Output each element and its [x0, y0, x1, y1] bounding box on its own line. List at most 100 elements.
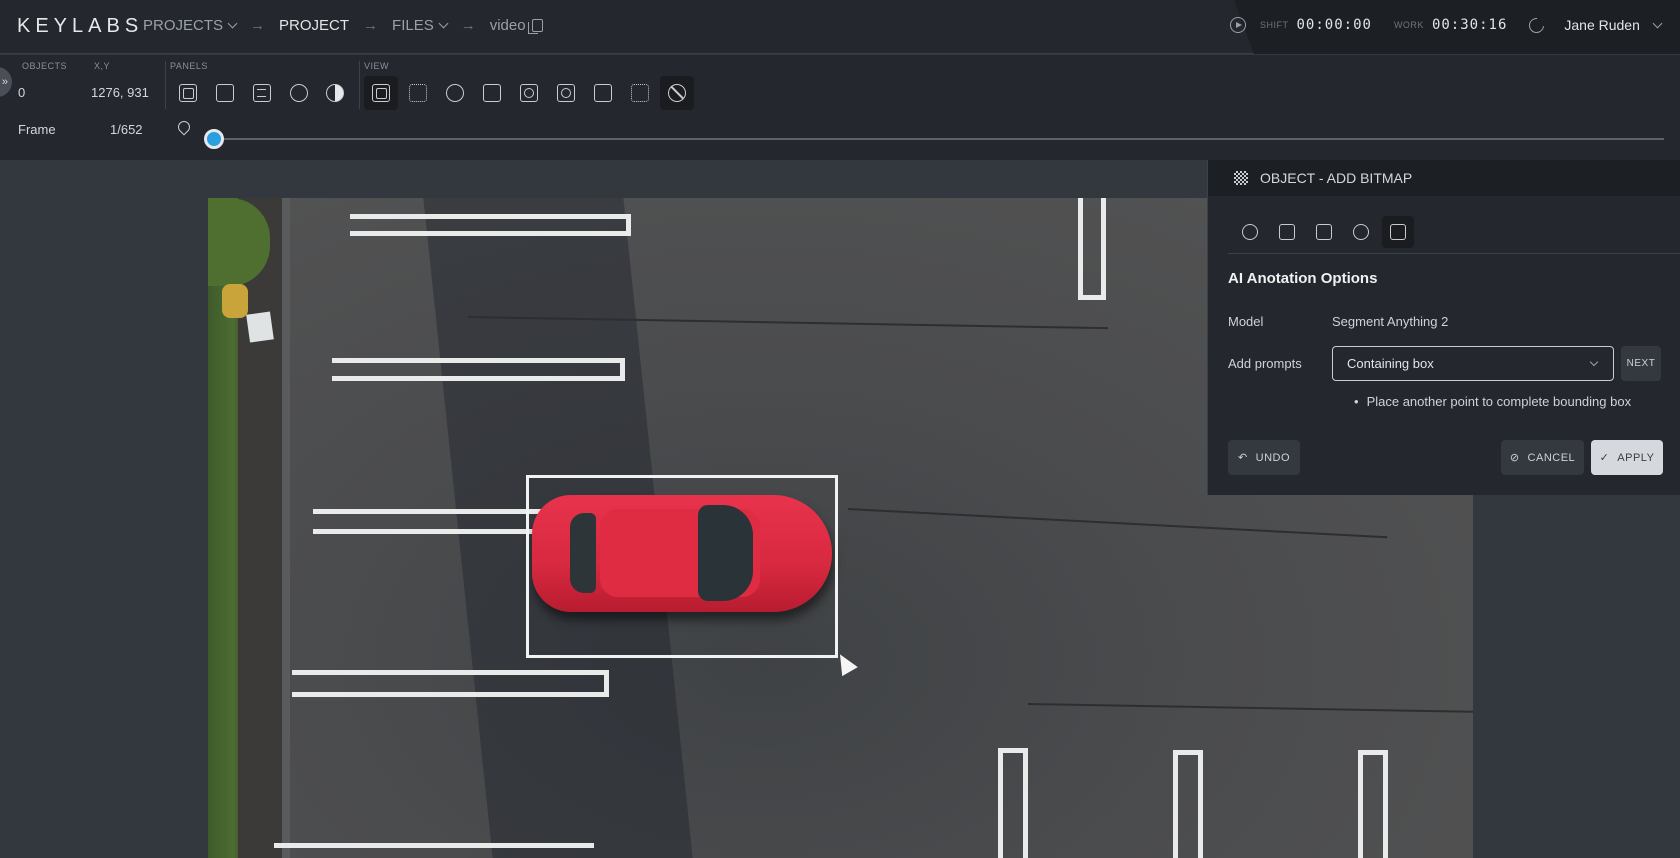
objects-count: 0 — [18, 85, 26, 100]
bounding-box-annotation[interactable] — [526, 475, 838, 658]
tab-brush-remove[interactable] — [1308, 216, 1340, 248]
panels-label: PANELS — [170, 61, 208, 71]
tab-magic-wand[interactable] — [1345, 216, 1377, 248]
breadcrumb-files[interactable]: FILES — [392, 17, 449, 34]
parking-stripe — [1358, 750, 1388, 755]
view-pointer-button[interactable] — [586, 76, 620, 110]
parking-stripe — [274, 843, 594, 848]
pointer-icon — [594, 84, 612, 102]
toolbar: » OBJECTS X,Y 0 1276, 931 PANELS VIEW Fr… — [0, 55, 1680, 160]
breadcrumb-video: video — [490, 17, 543, 34]
xy-label: X,Y — [94, 61, 111, 71]
shift-label: SHIFT — [1260, 20, 1289, 30]
view-dotted-button[interactable] — [623, 76, 657, 110]
panel-attributes-button[interactable] — [245, 76, 279, 110]
next-button[interactable]: NEXT — [1621, 346, 1661, 381]
timers: SHIFT 00:00:00 WORK 00:30:16 Jane Ruden — [1230, 14, 1663, 36]
top-bar: KEYLABS PROJECTS → PROJECT → FILES → vid… — [0, 0, 1680, 54]
xy-coordinates: 1276, 931 — [91, 85, 149, 100]
frame-slider-thumb[interactable] — [204, 129, 225, 149]
tab-add-point[interactable] — [1234, 216, 1266, 248]
comment-icon — [216, 84, 234, 102]
model-value: Segment Anything 2 — [1332, 314, 1449, 329]
panel-comments-button[interactable] — [208, 76, 242, 110]
work-label: WORK — [1393, 20, 1424, 30]
layers-icon — [372, 84, 390, 102]
breadcrumb-projects-label: PROJECTS — [143, 17, 224, 34]
parking-stripe — [620, 358, 625, 381]
hide-icon — [668, 84, 686, 102]
user-menu[interactable]: Jane Ruden — [1564, 17, 1663, 33]
user-name: Jane Ruden — [1564, 17, 1640, 33]
chevron-down-icon — [227, 18, 238, 29]
parking-stripe — [998, 748, 1028, 753]
prompts-select-value: Containing box — [1347, 356, 1434, 371]
frame-slider[interactable] — [212, 138, 1664, 140]
lock-icon — [290, 84, 308, 102]
pin-icon[interactable] — [175, 118, 193, 136]
tab-brush-add[interactable] — [1271, 216, 1303, 248]
bounding-box-icon — [409, 84, 427, 102]
grid-icon — [557, 84, 575, 102]
chevron-down-icon — [438, 18, 449, 29]
prompts-select[interactable]: Containing box — [1332, 346, 1614, 381]
contrast-icon — [326, 84, 344, 102]
play-icon[interactable] — [1230, 17, 1246, 33]
panel-objects-button[interactable] — [171, 76, 205, 110]
panel-icon — [179, 84, 197, 102]
panel-title: OBJECT - ADD BITMAP — [1260, 170, 1413, 186]
chevron-down-icon — [1589, 357, 1599, 367]
parking-stripe — [1383, 750, 1388, 858]
parking-stripe — [604, 670, 609, 697]
image-curb — [282, 198, 290, 858]
parking-stripe — [1173, 750, 1178, 858]
divider — [359, 61, 360, 109]
ai-icon — [1390, 224, 1406, 240]
arrow-right-icon: → — [460, 17, 476, 34]
view-tag-button[interactable] — [475, 76, 509, 110]
undo-button-label: UNDO — [1255, 451, 1291, 464]
prompts-label: Add prompts — [1228, 356, 1302, 371]
frame-counter: 1/652 — [110, 122, 143, 137]
panel-tabs — [1234, 216, 1414, 248]
apply-button[interactable]: ✓ APPLY — [1591, 440, 1663, 475]
breadcrumb-project[interactable]: PROJECT — [279, 17, 349, 34]
view-hide-button[interactable] — [660, 76, 694, 110]
app-logo[interactable]: KEYLABS — [17, 15, 143, 38]
view-check-button[interactable] — [438, 76, 472, 110]
image-hydrant — [222, 284, 248, 318]
magic-wand-icon — [1353, 224, 1369, 240]
hint-text: Place another point to complete bounding… — [1354, 394, 1632, 409]
view-bbox-button[interactable] — [401, 76, 435, 110]
objects-label: OBJECTS — [22, 61, 68, 71]
parking-stripe — [292, 692, 608, 697]
view-label: VIEW — [364, 61, 390, 71]
theme-toggle-icon[interactable] — [1526, 14, 1548, 36]
parking-stripe — [1198, 750, 1203, 858]
next-button-label: NEXT — [1626, 358, 1656, 369]
expand-sidebar-button[interactable]: » — [0, 67, 12, 97]
divider — [165, 61, 166, 109]
parking-stripe — [1078, 198, 1083, 300]
parking-stripe — [1101, 198, 1106, 300]
parking-stripe — [350, 231, 630, 236]
parking-stripe — [313, 529, 543, 534]
parking-stripe — [332, 358, 624, 363]
tab-ai-annotation[interactable] — [1382, 216, 1414, 248]
check-icon: ✓ — [1599, 452, 1610, 464]
shift-timer: 00:00:00 — [1296, 17, 1372, 33]
object-panel: OBJECT - ADD BITMAP AI Anotation Options… — [1207, 160, 1680, 495]
view-target-button[interactable] — [512, 76, 546, 110]
cancel-button-label: CANCEL — [1527, 451, 1576, 464]
cancel-button[interactable]: ⊘ CANCEL — [1501, 440, 1584, 475]
parking-stripe — [998, 748, 1003, 858]
panel-lock-button[interactable] — [282, 76, 316, 110]
copy-icon[interactable] — [527, 19, 543, 34]
view-grid-button[interactable] — [549, 76, 583, 110]
undo-button[interactable]: ↶ UNDO — [1228, 440, 1300, 475]
model-label: Model — [1228, 314, 1264, 329]
breadcrumb-projects[interactable]: PROJECTS — [143, 17, 238, 34]
panel-contrast-button[interactable] — [318, 76, 352, 110]
section-title: AI Anotation Options — [1228, 270, 1378, 287]
view-layers-button[interactable] — [364, 76, 398, 110]
